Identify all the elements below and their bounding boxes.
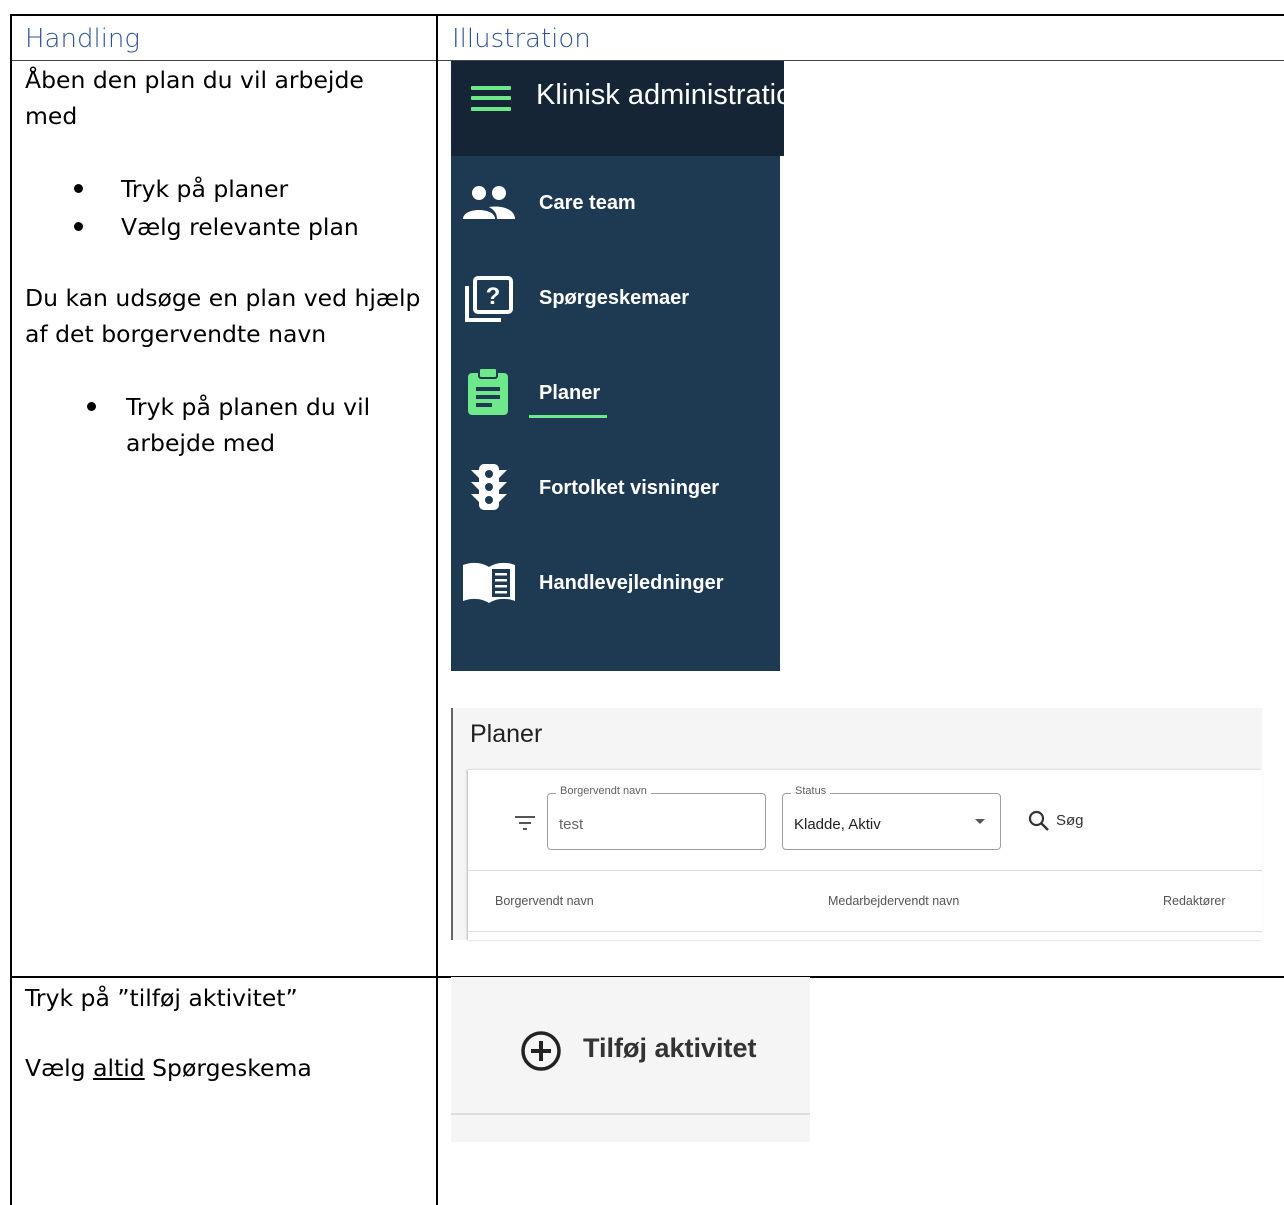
panel-left-edge: [451, 708, 453, 940]
borgervendt-navn-field[interactable]: Borgervendt navn test: [547, 785, 766, 850]
bullet-dot: [87, 402, 96, 411]
instruction-intro-line2: med: [25, 102, 78, 130]
book-icon: [463, 562, 515, 603]
instruction-para-line1: Du kan udsøge en plan ved hjælp: [25, 284, 421, 312]
dropdown-arrow-icon: [975, 819, 985, 824]
instruction-intro-line1: Åben den plan du vil arbejde: [25, 66, 364, 94]
field-label: Status: [791, 785, 831, 797]
sidebar-item-spoergeskemaer[interactable]: ? Spørgeskemaer: [451, 266, 780, 332]
filter-icon[interactable]: [515, 815, 537, 831]
table-left-border: [10, 14, 12, 1205]
sidebar-item-label: Handlevejledninger: [539, 572, 724, 594]
add-activity-label: Tilføj aktivitet: [583, 1033, 757, 1063]
search-label: Søg: [1056, 812, 1084, 829]
add-activity-panel: Tilføj aktivitet: [451, 977, 810, 1142]
bullet-vaelg-plan: Vælg relevante plan: [121, 213, 359, 241]
column-redaktoerer[interactable]: Redaktører: [1163, 894, 1226, 908]
panel-divider: [451, 1113, 810, 1115]
add-circle-icon: [521, 1031, 561, 1071]
bullet-tryk-planer: Tryk på planer: [121, 175, 289, 203]
bullet-dot: [74, 222, 83, 231]
bullet-tryk-planen-line1: Tryk på planen du vil: [126, 393, 371, 421]
question-stack-icon: ?: [465, 276, 513, 322]
text-post: Spørgeskema: [144, 1054, 312, 1082]
sidebar-item-label: Care team: [539, 192, 636, 214]
sidebar-item-label: Spørgeskemaer: [539, 287, 690, 309]
sidebar-item-planer[interactable]: Planer: [451, 361, 780, 427]
status-value: Kladde, Aktiv: [794, 816, 881, 833]
sidebar-item-label: Planer: [539, 382, 601, 404]
text-pre: Vælg: [25, 1054, 94, 1082]
status-select[interactable]: Status Kladde, Aktiv: [782, 785, 1001, 850]
people-icon: [463, 186, 515, 219]
column-header-illustration: Illustration: [452, 24, 591, 54]
instruction-para-line2: af det borgervendte navn: [25, 320, 327, 348]
instruction-vaelg-spoergeskema: Vælg altid Spørgeskema: [25, 1050, 312, 1086]
filter-card: Borgervendt navn test Status Kladde, Akt…: [468, 770, 1262, 940]
sidebar-item-handlevejledninger[interactable]: Handlevejledninger: [451, 551, 780, 617]
column-header-handling: Handling: [25, 24, 140, 54]
hamburger-menu-icon[interactable]: [451, 61, 531, 156]
borgervendt-navn-value: test: [559, 816, 584, 833]
page-title: Planer: [470, 720, 543, 748]
clipboard-icon: [468, 367, 508, 415]
instruction-tilfoej: Tryk på ”tilføj aktivitet”: [25, 984, 298, 1012]
svg-text:?: ?: [486, 283, 501, 310]
app-topbar: Klinisk administration: [451, 61, 784, 156]
sidebar-item-care-team[interactable]: Care team: [451, 170, 780, 236]
column-borgervendt-navn[interactable]: Borgervendt navn: [495, 894, 594, 908]
sidebar-item-label: Fortolket visninger: [539, 477, 720, 499]
text-underlined: altid: [93, 1054, 145, 1082]
field-label: Borgervendt navn: [556, 785, 651, 797]
card-divider: [468, 870, 1262, 871]
search-button[interactable]: Søg: [1028, 810, 1098, 836]
table-column-divider: [436, 14, 438, 1205]
table-top-border: [10, 14, 1284, 16]
sidebar-item-fortolket-visninger[interactable]: Fortolket visninger: [451, 456, 780, 522]
bullet-dot: [74, 184, 83, 193]
add-activity-button[interactable]: Tilføj aktivitet: [519, 1029, 769, 1073]
table-header-bottom: [468, 931, 1262, 932]
column-medarbejdervendt-navn[interactable]: Medarbejdervendt navn: [828, 894, 959, 908]
active-indicator: [529, 415, 607, 418]
bullet-tryk-planen-line2: arbejde med: [126, 429, 276, 457]
sidebar-nav: Care team ? Spørgeskemaer Planer Fortolk…: [451, 156, 780, 671]
traffic-light-icon: [471, 464, 507, 510]
search-icon: [1028, 810, 1049, 831]
app-title: Klinisk administration: [536, 79, 784, 111]
